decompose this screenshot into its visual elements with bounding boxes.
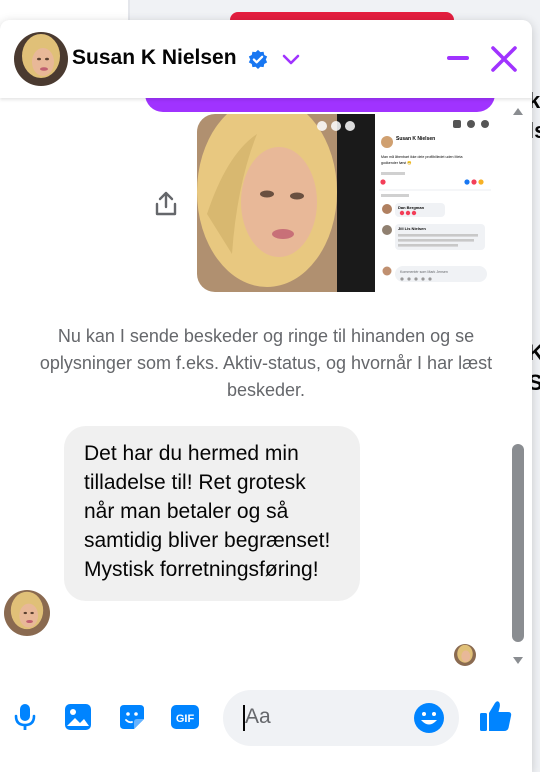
image-icon[interactable]	[63, 702, 93, 732]
emoji-icon[interactable]	[413, 702, 445, 734]
shared-post-caption-2: godkender først 😁	[381, 160, 412, 165]
verified-badge-icon	[248, 49, 268, 69]
message-input-placeholder: Aa	[245, 705, 271, 728]
close-icon[interactable]	[489, 44, 519, 74]
scroll-down-arrow-icon[interactable]	[512, 656, 524, 666]
shared-post-author: Susan K Nielsen	[396, 136, 435, 142]
seen-indicator-avatar	[454, 644, 476, 666]
share-icon[interactable]	[152, 190, 180, 218]
chevron-down-icon[interactable]	[280, 53, 302, 67]
minimize-icon[interactable]	[446, 42, 470, 74]
message-input[interactable]: Aa	[223, 690, 459, 746]
chat-header: Susan K Nielsen	[0, 20, 532, 98]
shared-comment-input: Kommentér som Mark Jensen	[400, 270, 448, 274]
header-avatar[interactable]	[14, 32, 68, 86]
message-composer: GIF Aa	[0, 682, 532, 752]
chat-window: Susan K Nielsen Susan K Nielsen Man må å…	[0, 20, 532, 772]
thumbs-up-icon[interactable]	[478, 698, 514, 734]
gif-label: GIF	[176, 713, 195, 725]
shared-comment-author-2: Jill Lis Nielsen	[398, 226, 426, 231]
incoming-message-bubble[interactable]: Det har du hermed min tilladelse til! Re…	[64, 426, 360, 601]
gif-button[interactable]: GIF	[170, 702, 200, 732]
shared-comment-author-1: Dan Bergman	[398, 205, 425, 210]
contact-name[interactable]: Susan K Nielsen	[72, 46, 237, 70]
scrollbar-thumb[interactable]	[512, 444, 524, 642]
shared-screenshot-image: Susan K Nielsen Man må åbenbart ikke del…	[197, 114, 495, 292]
conversation-notice: Nu kan I sende beskeder og ringe til hin…	[39, 326, 493, 400]
microphone-icon[interactable]	[10, 702, 40, 732]
shared-screenshot-attachment[interactable]: Susan K Nielsen Man må åbenbart ikke del…	[197, 114, 495, 292]
sticker-icon[interactable]	[117, 702, 147, 732]
shared-post-caption-1: Man må åbenbart ikke dele profilbilledet…	[381, 155, 463, 159]
scroll-up-arrow-icon[interactable]	[512, 106, 524, 116]
sender-avatar[interactable]	[4, 590, 50, 636]
